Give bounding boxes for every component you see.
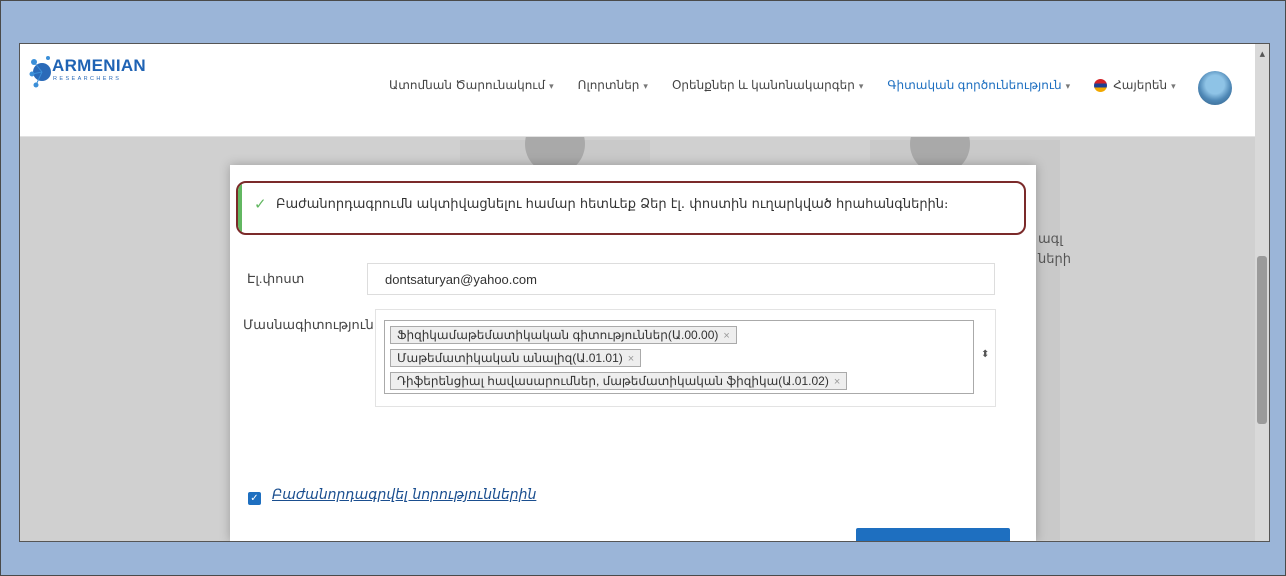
email-field[interactable]: dontsaturyan@yahoo.com bbox=[367, 263, 995, 295]
language-label: Հայերեն bbox=[1113, 77, 1168, 92]
chevron-down-icon: ▾ bbox=[1171, 80, 1176, 91]
nav-item-fields[interactable]: Ոլորտներ ▾ bbox=[578, 78, 648, 92]
language-selector[interactable]: Հայերեն ▾ bbox=[1094, 77, 1176, 93]
background-text-1: ագլ bbox=[1038, 232, 1063, 247]
nav-item-home[interactable]: Ատոմնան Ծարունակում ▾ bbox=[389, 78, 554, 92]
site-logo[interactable]: ARMENIAN RESEARCHERS bbox=[28, 52, 158, 98]
armenia-flag-icon bbox=[1094, 79, 1108, 93]
nav-item-laws[interactable]: Օրենքներ և կանոնակարգեր ▾ bbox=[672, 78, 863, 92]
specialty-select[interactable]: Ֆիզիկամաթեմատիկական գիտություններ(Ա.00.0… bbox=[375, 309, 996, 407]
sort-arrows-icon[interactable]: ⬍ bbox=[981, 349, 989, 360]
alert-message: Բաժանորդագրումն ակտիվացնելու համար հետևե… bbox=[276, 197, 949, 212]
scroll-up-icon[interactable]: ▲ bbox=[1260, 50, 1265, 58]
logo-text: ARMENIAN bbox=[52, 56, 147, 75]
subscribe-news-checkbox[interactable]: ✓ bbox=[248, 492, 261, 505]
nav-item-label: Ոլորտներ bbox=[577, 78, 640, 92]
logo-globe-icon bbox=[29, 56, 51, 88]
remove-chip-icon[interactable]: × bbox=[628, 353, 634, 365]
specialty-chip[interactable]: Ֆիզիկամաթեմատիկական գիտություններ(Ա.00.0… bbox=[390, 326, 737, 344]
alert-accent-bar bbox=[238, 183, 242, 233]
nav-item-label: Գիտական գործունեություն bbox=[887, 78, 1062, 92]
chevron-down-icon: ▾ bbox=[643, 81, 648, 91]
success-alert: ✓ Բաժանորդագրումն ակտիվացնելու համար հետ… bbox=[236, 181, 1026, 235]
chip-label: Ֆիզիկամաթեմատիկական գիտություններ(Ա.00.0… bbox=[397, 328, 719, 342]
logo-subtext: RESEARCHERS bbox=[53, 76, 122, 82]
remove-chip-icon[interactable]: × bbox=[834, 376, 840, 388]
nav-item-label: Օրենքներ և կանոնակարգեր bbox=[671, 78, 855, 92]
specialty-label: Մասնագիտություն bbox=[243, 317, 374, 332]
nav-links: Ատոմնան Ծարունակում ▾ Ոլորտներ ▾ Օրենքներ … bbox=[389, 74, 1200, 96]
top-navbar: ARMENIAN RESEARCHERS Ատոմնան Ծարունակում… bbox=[20, 44, 1255, 137]
page-scrollbar[interactable]: ▲ bbox=[1255, 44, 1269, 541]
specialty-chip[interactable]: Մաթեմատիկական անալիզ(Ա.01.01) × bbox=[390, 349, 642, 367]
specialty-multiselect-box[interactable]: Ֆիզիկամաթեմատիկական գիտություններ(Ա.00.0… bbox=[384, 320, 974, 394]
nav-item-label: Ատոմնան Ծարունակում bbox=[389, 78, 546, 92]
chip-label: Մաթեմատիկական անալիզ(Ա.01.01) bbox=[397, 351, 623, 365]
checkmark-icon: ✓ bbox=[254, 195, 267, 213]
remove-chip-icon[interactable]: × bbox=[723, 330, 729, 342]
chevron-down-icon: ▾ bbox=[858, 81, 864, 91]
nav-item-scientific-activity[interactable]: Գիտական գործունեություն ▾ bbox=[887, 78, 1070, 92]
user-avatar[interactable] bbox=[1198, 71, 1232, 105]
subscription-modal: × ✓ Բաժանորդագրումն ակտիվացնելու համար հ… bbox=[230, 165, 1036, 541]
chevron-down-icon: ▾ bbox=[549, 81, 554, 91]
subscribe-news-label[interactable]: Բաժանորդագրվել նորություններին bbox=[272, 487, 536, 503]
subscribe-button[interactable]: Բաժանորդագրվել bbox=[856, 528, 1010, 541]
specialty-chip[interactable]: Դիֆերենցիալ հավասարումներ, մաթեմատիկական… bbox=[390, 372, 848, 390]
chip-label: Դիֆերենցիալ հավասարումներ, մաթեմատիկական… bbox=[397, 374, 829, 388]
chevron-down-icon: ▾ bbox=[1065, 81, 1071, 91]
browser-viewport: ագլ ների ARMENIAN RESEARCHERS Ատոմնան Ծա… bbox=[19, 43, 1270, 542]
email-label: Էլ.փոստ bbox=[247, 271, 305, 286]
scrollbar-thumb[interactable] bbox=[1257, 256, 1267, 424]
background-text-2: ների bbox=[1038, 252, 1071, 267]
